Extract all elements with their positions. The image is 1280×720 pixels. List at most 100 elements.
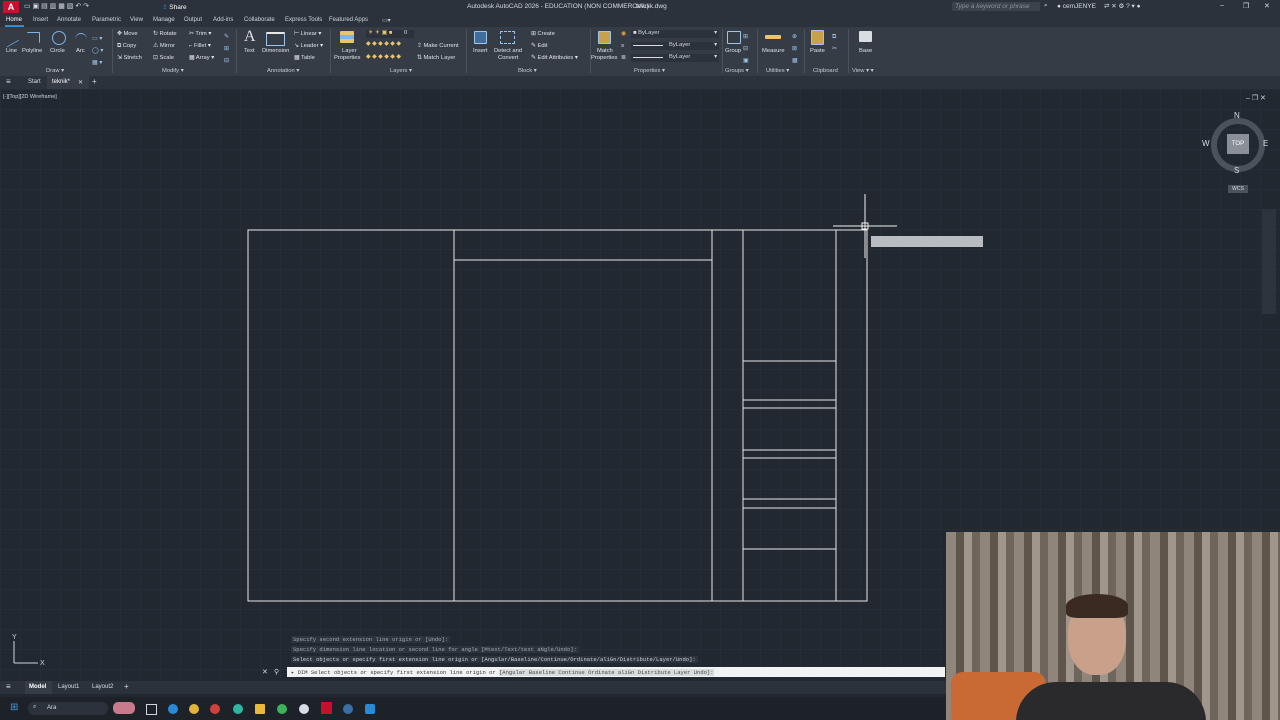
modify-small-icons[interactable]: ✎ ⊞ ⊟ (224, 31, 229, 67)
annotation-panel-title[interactable]: Annotation ▾ (267, 68, 299, 74)
command-line-input[interactable]: ▸ DIM Select objects or specify first ex… (287, 667, 945, 677)
opera-icon[interactable] (210, 704, 220, 714)
detect-convert-icon[interactable] (500, 31, 515, 44)
tab-view[interactable]: View (130, 17, 143, 23)
taskbar-search[interactable]: ⌕ Ara (28, 702, 108, 715)
insert-icon[interactable] (474, 31, 487, 44)
group-small-icons[interactable]: ⊞ ⊟ ▣ (743, 31, 748, 67)
tab-output[interactable]: Output (184, 17, 202, 23)
spotify-icon[interactable] (277, 704, 287, 714)
tab-manage[interactable]: Manage (153, 17, 175, 23)
settings-icon[interactable] (299, 704, 309, 714)
circle-icon[interactable] (52, 31, 66, 45)
color-icon[interactable]: ◉ (621, 31, 626, 37)
mirror-button[interactable]: ⚠ Mirror (153, 43, 175, 49)
tab-model[interactable]: Model (25, 681, 52, 694)
tab-add-ins[interactable]: Add-ins (213, 17, 233, 23)
viewcube[interactable]: N S E W TOP WCS (1202, 111, 1268, 196)
tab-start[interactable]: Start (28, 79, 41, 85)
tab-collaborate[interactable]: Collaborate (244, 17, 275, 23)
tab-express-tools[interactable]: Express Tools (285, 17, 322, 23)
polyline-button-label[interactable]: Polyline (22, 48, 42, 54)
compass-south[interactable]: S (1234, 166, 1239, 175)
layer-dropdown[interactable]: ☀ ☀ ▣ ■ 0 (366, 30, 414, 38)
arc-button-label[interactable]: Arc (76, 48, 85, 54)
groups-panel-title[interactable]: Groups ▾ (725, 68, 749, 74)
clipboard-small-icons[interactable]: ⧉ ✂ (832, 31, 837, 55)
file-explorer-icon[interactable] (255, 704, 265, 714)
tab-layout1[interactable]: Layout1 (58, 684, 79, 690)
group-button-label[interactable]: Group (725, 48, 741, 54)
compass-west[interactable]: W (1202, 139, 1210, 148)
table-button[interactable]: ▦ Table (294, 55, 315, 61)
group-icon[interactable] (727, 31, 741, 44)
stretch-button[interactable]: ⇲ Stretch (117, 55, 142, 61)
tab-home[interactable]: Home (6, 17, 22, 23)
block-panel-title[interactable]: Block ▾ (518, 68, 537, 74)
match-properties-label-1[interactable]: Match (597, 48, 613, 54)
compass-east[interactable]: E (1263, 139, 1268, 148)
insert-button-label[interactable]: Insert (473, 48, 488, 54)
task-view-icon[interactable] (146, 704, 157, 715)
tab-layout2[interactable]: Layout2 (92, 684, 113, 690)
app-logo[interactable]: A (3, 1, 19, 13)
scale-button[interactable]: ⊡ Scale (153, 55, 174, 61)
lineweight-dropdown[interactable]: ByLayer ▾ (631, 54, 719, 62)
text-button-label[interactable]: Text (244, 48, 255, 54)
create-block-button[interactable]: ⊞ Create (531, 31, 555, 37)
quick-access-toolbar-icons[interactable]: ▭ ▣ ▤ ▥ ▦ ▧ ↶ ↷ (24, 2, 89, 10)
tab-parametric[interactable]: Parametric (92, 17, 121, 23)
detect-convert-label-2[interactable]: Convert (498, 55, 518, 61)
detect-convert-label-1[interactable]: Detect and (494, 48, 522, 54)
compass-north[interactable]: N (1234, 111, 1240, 120)
command-close-icon[interactable]: ✕ (262, 668, 268, 676)
menu-icon[interactable]: ≡ (6, 77, 11, 86)
app-taskbar-icon[interactable] (365, 704, 375, 714)
draw-panel-title[interactable]: Draw ▾ (46, 68, 64, 74)
measure-button-label[interactable]: Measure (762, 48, 785, 54)
layer-properties-label-1[interactable]: Layer (342, 48, 357, 54)
layer-tools-row-1[interactable]: ◆ ◆ ◆ ◆ ◆ ◆ (366, 41, 401, 47)
leader-button[interactable]: ↘ Leader ▾ (294, 43, 323, 49)
viewcube-top-face[interactable]: TOP (1227, 134, 1249, 154)
polyline-icon[interactable] (27, 32, 40, 43)
layer-properties-label-2[interactable]: Properties (334, 55, 360, 61)
make-current-button[interactable]: ⇪ Make Current (417, 43, 459, 49)
properties-panel-title[interactable]: Properties ▾ (634, 68, 665, 74)
line-icon[interactable] (7, 29, 19, 48)
menu-icon[interactable]: ≡ (6, 682, 11, 691)
draw-small-icons[interactable]: ▭ ▾ ◯ ▾ ▦ ▾ (92, 33, 103, 69)
utilities-small-icons[interactable]: ⊕ ⊠ ▦ (792, 31, 797, 67)
search-icon[interactable]: ⌕ (1044, 2, 1048, 10)
color-dropdown[interactable]: ■ ByLayer ▾ (631, 30, 719, 38)
fillet-button[interactable]: ⌐ Fillet ▾ (189, 43, 211, 49)
vertical-scrollbar[interactable] (1262, 209, 1276, 314)
linear-button[interactable]: ⊢ Linear ▾ (294, 31, 321, 37)
clipboard-panel-title[interactable]: Clipboard (813, 68, 838, 74)
search-box[interactable]: Type a keyword or phrase (952, 2, 1040, 11)
wcs-menu[interactable]: WCS (1228, 185, 1248, 193)
view-panel-title[interactable]: View ▾ ▾ (852, 68, 874, 74)
dimension-button-label[interactable]: Dimension (262, 48, 289, 54)
modify-panel-title[interactable]: Modify ▾ (162, 68, 184, 74)
circle-button-label[interactable]: Circle (50, 48, 65, 54)
measure-icon[interactable] (765, 35, 781, 39)
tab-active-file[interactable]: teknik* ✕ (47, 76, 89, 89)
minimize-icon[interactable]: – (1220, 2, 1224, 9)
copy-button[interactable]: ⧉ Copy (117, 43, 136, 50)
layer-tools-row-2[interactable]: ◆ ◆ ◆ ◆ ◆ ◆ (366, 54, 401, 60)
command-customize-icon[interactable]: ⚲ (274, 668, 279, 676)
chrome-icon[interactable] (189, 704, 199, 714)
tab-featured-apps[interactable]: Featured Apps (329, 17, 368, 23)
close-icon[interactable]: ✕ (78, 79, 83, 86)
base-button-label[interactable]: Base (859, 48, 872, 54)
lineweight-icon[interactable]: ≣ (621, 55, 626, 61)
text-icon[interactable]: A (244, 28, 256, 46)
add-layout-icon[interactable]: + (124, 682, 129, 691)
edge-icon[interactable] (168, 704, 178, 714)
trim-button[interactable]: ✂ Trim ▾ (189, 31, 211, 37)
array-button[interactable]: ▦ Array ▾ (189, 55, 214, 61)
share-button[interactable]: ⇪ Share (162, 3, 187, 11)
edit-block-button[interactable]: ✎ Edit (531, 43, 547, 49)
windows-start-icon[interactable]: ⊞ (10, 702, 18, 713)
